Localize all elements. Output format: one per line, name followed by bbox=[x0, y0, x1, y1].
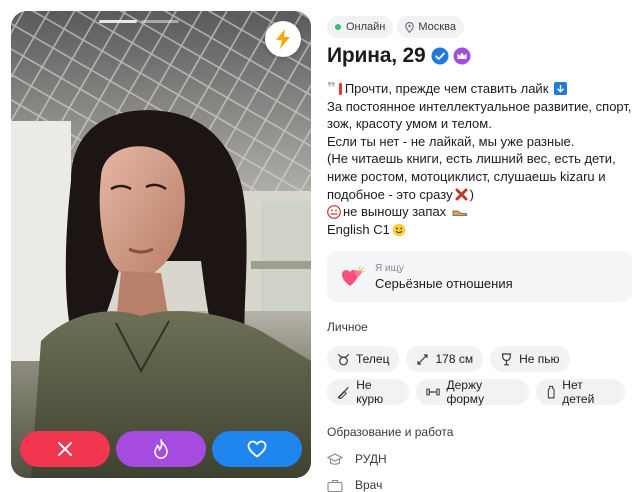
tag-label: Телец bbox=[356, 352, 390, 366]
heart-icon bbox=[247, 440, 267, 458]
taurus-icon bbox=[337, 353, 350, 365]
online-status-chip: Онлайн bbox=[327, 16, 394, 38]
bio-line-2: За постоянное интеллектуальное развитие,… bbox=[327, 98, 632, 114]
bio-line-6: ниже ростом, мотоциклист, слушаешь kizar… bbox=[327, 168, 606, 184]
education-row: РУДН bbox=[327, 452, 387, 466]
graduation-cap-icon bbox=[327, 452, 343, 465]
bio-text: подобное - это сразу bbox=[327, 186, 453, 202]
location-pin-icon bbox=[405, 21, 415, 33]
down-arrow-icon bbox=[554, 82, 568, 96]
bio-line-1: ❞ Прочти, прежде чем ставить лайк bbox=[327, 80, 627, 98]
photo-progress-inactive bbox=[141, 20, 179, 23]
exclamation-icon bbox=[338, 82, 342, 95]
bio-text: ) bbox=[469, 186, 474, 202]
nauseated-face-icon bbox=[327, 205, 341, 219]
tag-label: Не курю bbox=[356, 378, 384, 406]
tag-label: 178 см bbox=[435, 352, 474, 366]
tag-smoking: Не курю bbox=[327, 378, 410, 406]
cross-mark-icon bbox=[455, 188, 468, 201]
education-section-title: Образование и работа bbox=[327, 425, 454, 439]
looking-for-text: Я ищу Серьёзные отношения bbox=[375, 263, 513, 291]
bio-line-7: подобное - это сразу ) bbox=[327, 186, 627, 204]
smiling-face-icon bbox=[392, 223, 406, 237]
personal-tags-row-1: Телец 178 см Не пью bbox=[327, 346, 577, 372]
no-smoking-icon bbox=[337, 386, 349, 399]
tag-zodiac: Телец bbox=[327, 346, 400, 372]
online-status-label: Онлайн bbox=[346, 21, 386, 33]
photo-progress-active bbox=[99, 20, 137, 23]
looking-for-card: Я ищу Серьёзные отношения bbox=[327, 251, 632, 302]
city-chip: Москва bbox=[397, 16, 464, 38]
bio-text: English C1 bbox=[327, 221, 390, 237]
bio-line-4: Если ты нет - не лайкай, мы уже разные. bbox=[327, 133, 575, 149]
profile-panel: Онлайн Москва Ирина, 29 ❞ Прочти, прежде… bbox=[327, 0, 632, 492]
tag-label: Не пью bbox=[519, 352, 560, 366]
quote-icon: ❞ bbox=[327, 80, 336, 97]
profile-photo-card[interactable] bbox=[11, 11, 311, 478]
bio-line-9: English C1 bbox=[327, 221, 627, 239]
baby-bottle-icon bbox=[547, 385, 555, 399]
close-icon bbox=[58, 442, 72, 456]
personal-section-title: Личное bbox=[327, 320, 368, 334]
tag-alcohol: Не пью bbox=[490, 346, 570, 372]
city-label: Москва bbox=[418, 21, 456, 33]
bio-line-5: (Не читаешь книги, есть лишний вес, есть… bbox=[327, 151, 616, 167]
bio-line-8: не выношу запах bbox=[327, 203, 627, 221]
verified-badge-icon bbox=[431, 47, 449, 65]
looking-for-value: Серьёзные отношения bbox=[375, 275, 513, 291]
height-icon bbox=[417, 353, 429, 365]
tag-fitness: Держу форму bbox=[416, 378, 529, 406]
sneaker-icon bbox=[452, 207, 468, 217]
wine-glass-icon bbox=[501, 352, 512, 365]
bio-text: Прочти, прежде чем ставить лайк bbox=[344, 81, 549, 96]
boost-button[interactable] bbox=[265, 21, 301, 57]
tag-label: Нет детей bbox=[562, 378, 595, 406]
name-row: Ирина, 29 bbox=[327, 44, 471, 68]
looking-for-label: Я ищу bbox=[375, 262, 404, 274]
status-row: Онлайн Москва bbox=[327, 16, 468, 38]
tag-height: 178 см bbox=[406, 346, 484, 372]
like-button[interactable] bbox=[212, 431, 302, 467]
flame-icon bbox=[154, 439, 168, 459]
super-like-button[interactable] bbox=[116, 431, 206, 467]
hearts-icon bbox=[342, 265, 365, 286]
dumbbell-icon bbox=[426, 388, 441, 396]
bio-line-3: зож, красоту умом и телом. bbox=[327, 116, 492, 132]
tag-label: Держу форму bbox=[446, 378, 485, 406]
premium-crown-icon bbox=[453, 47, 471, 65]
tag-children: Нет детей bbox=[535, 378, 625, 406]
lightning-icon bbox=[276, 29, 290, 49]
bio-text: не выношу запах bbox=[343, 204, 447, 220]
personal-tags-row-2: Не курю Держу форму Нет детей bbox=[327, 378, 632, 406]
profile-name-age: Ирина, 29 bbox=[327, 44, 426, 67]
profile-bio: ❞ Прочти, прежде чем ставить лайк За пос… bbox=[327, 80, 632, 239]
profile-photo bbox=[11, 11, 311, 478]
dislike-button[interactable] bbox=[20, 431, 110, 467]
online-dot-icon bbox=[335, 24, 341, 30]
education-value: РУДН bbox=[355, 452, 387, 466]
